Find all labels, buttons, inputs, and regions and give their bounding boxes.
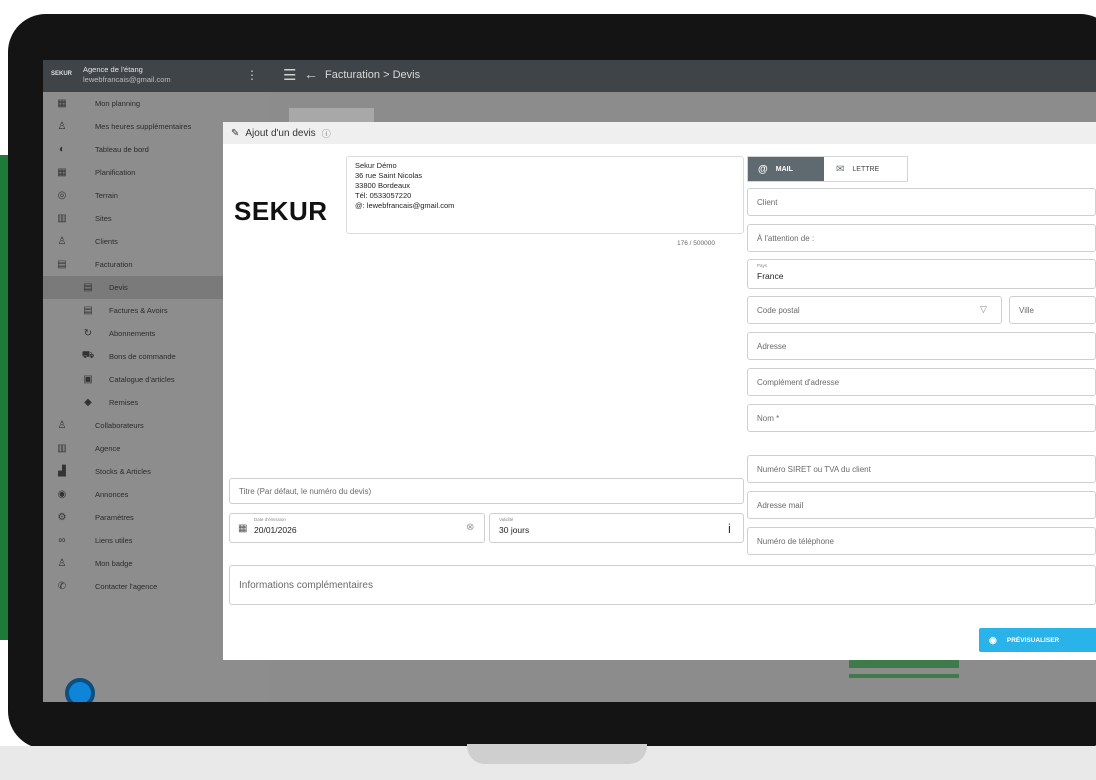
envelope-icon: ✉ xyxy=(836,163,845,175)
tab-letter[interactable]: ✉ LETTRE xyxy=(824,157,907,181)
dialog-header: ✎ Ajout d'un devis ⓘ xyxy=(223,122,1096,144)
calendar-icon: ▦ xyxy=(57,98,67,109)
character-counter: 176 / 500000 xyxy=(677,240,715,247)
back-arrow-icon[interactable]: ← xyxy=(304,66,318,82)
chevron-down-icon: ▽ xyxy=(980,304,987,314)
person-icon: ♙ xyxy=(57,420,67,431)
eye-icon: ◉ xyxy=(989,634,997,645)
badge-icon: ♙ xyxy=(57,558,67,569)
address-line: Sekur Démo xyxy=(355,161,397,170)
agency-name: Agence de l'étang xyxy=(83,65,143,74)
edit-icon: ✎ xyxy=(231,127,240,139)
background-badge-line xyxy=(849,674,959,678)
address-line: @: lewebfrancais@gmail.com xyxy=(355,201,455,210)
phone-icon: ✆ xyxy=(57,581,67,592)
dialog-title: Ajout d'un devis xyxy=(245,127,316,139)
quote-title-input[interactable]: Titre (Par défaut, le numéro du devis) xyxy=(229,478,744,504)
book-icon: ▣ xyxy=(83,374,93,385)
chat-icon: ◉ xyxy=(57,489,67,500)
company-logo: SEKUR xyxy=(234,196,328,226)
clear-date-icon[interactable]: ⊗ xyxy=(466,522,474,533)
sidebar-item-mon-planning[interactable]: ▦ Mon planning xyxy=(43,92,271,115)
address-line: Tél: 0533057220 xyxy=(355,191,412,200)
agency-info[interactable]: Agence de l'étang lewebfrancais@gmail.co… xyxy=(83,65,171,85)
more-icon[interactable]: ⋮ xyxy=(246,68,258,82)
at-icon: @ xyxy=(758,163,768,175)
country-select[interactable]: Pays France xyxy=(747,259,1096,289)
agency-email: lewebfrancais@gmail.com xyxy=(83,75,171,84)
info-icon[interactable]: ⓘ xyxy=(322,127,331,140)
building-icon: ▥ xyxy=(57,213,67,224)
attention-field[interactable]: À l'attention de : xyxy=(747,224,1096,252)
top-bar: SEKUR Agence de l'étang lewebfrancais@gm… xyxy=(43,60,1096,92)
address-field[interactable]: Adresse xyxy=(747,332,1096,360)
postal-code-select[interactable]: Code postal ▽ xyxy=(747,296,1002,324)
dashboard-icon: ◐ xyxy=(58,144,66,155)
issue-date-field[interactable]: ▦ Date d'émission 20/01/2026 ⊗ xyxy=(229,513,485,543)
siret-field[interactable]: Numéro SIRET ou TVA du client xyxy=(747,455,1096,483)
chat-fab-button[interactable] xyxy=(65,678,95,702)
document-icon: ▤ xyxy=(83,282,93,293)
calendar-icon: ▦ xyxy=(238,523,248,534)
name-field[interactable]: Nom * xyxy=(747,404,1096,432)
breadcrumb: Facturation > Devis xyxy=(325,69,421,81)
document-icon: ▤ xyxy=(83,305,93,316)
city-field[interactable]: Ville xyxy=(1009,296,1096,324)
address-complement-field[interactable]: Complément d'adresse xyxy=(747,368,1096,396)
tab-mail[interactable]: @ MAIL xyxy=(748,157,824,181)
refresh-icon: ↻ xyxy=(83,328,93,339)
preview-button[interactable]: ◉ PRÉVISUALISER xyxy=(979,628,1096,652)
app-logo: SEKUR xyxy=(51,71,73,77)
user-clock-icon: ♙ xyxy=(57,121,67,132)
email-field[interactable]: Adresse mail xyxy=(747,491,1096,519)
phone-field[interactable]: Numéro de téléphone xyxy=(747,527,1096,555)
additional-info-input[interactable]: Informations complémentaires xyxy=(229,565,1096,605)
address-line: 36 rue Saint Nicolas xyxy=(355,171,423,180)
cart-icon: ⛟ xyxy=(81,350,95,361)
link-icon: ∞ xyxy=(58,535,66,546)
building-icon: ▥ xyxy=(57,443,67,454)
compass-icon: ◎ xyxy=(57,190,67,201)
client-field[interactable]: Client xyxy=(747,188,1096,216)
company-address-box[interactable]: Sekur Démo 36 rue Saint Nicolas 33800 Bo… xyxy=(346,156,744,234)
person-icon: ♙ xyxy=(57,236,67,247)
settings-icon: ⚙ xyxy=(57,512,67,523)
address-line: 33800 Bordeaux xyxy=(355,181,411,190)
app-screen: SEKUR Agence de l'étang lewebfrancais@gm… xyxy=(43,60,1096,702)
add-quote-dialog: ✎ Ajout d'un devis ⓘ SEKUR Sekur Démo 36… xyxy=(223,122,1096,660)
document-icon: ▤ xyxy=(57,259,67,270)
tag-icon: ◆ xyxy=(84,397,92,408)
boxes-icon: ▟ xyxy=(58,466,66,477)
laptop-notch xyxy=(467,744,647,764)
validity-field[interactable]: Validité 30 jours i xyxy=(489,513,744,543)
calendar-grid-icon: ▦ xyxy=(57,167,67,178)
menu-icon[interactable]: ☰ xyxy=(283,66,296,84)
info-i-icon: i xyxy=(728,521,731,536)
channel-tabs: @ MAIL ✉ LETTRE xyxy=(747,156,908,182)
